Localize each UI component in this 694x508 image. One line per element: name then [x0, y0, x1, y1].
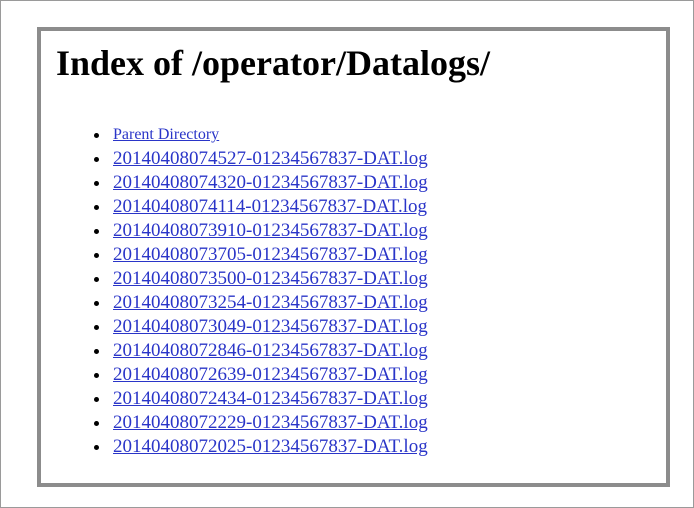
bullet-icon [94, 397, 99, 402]
file-link[interactable]: 20140408073049-01234567837-DAT.log [113, 316, 428, 337]
list-item: 20140408073500-01234567837-DAT.log [94, 267, 428, 291]
file-link[interactable]: 20140408074527-01234567837-DAT.log [113, 148, 428, 169]
list-item: 20140408074114-01234567837-DAT.log [94, 195, 428, 219]
file-list: Parent Directory 20140408074527-01234567… [41, 123, 428, 459]
list-item: 20140408072846-01234567837-DAT.log [94, 339, 428, 363]
list-item: 20140408074320-01234567837-DAT.log [94, 171, 428, 195]
bullet-icon [94, 205, 99, 210]
bullet-icon [94, 325, 99, 330]
file-link[interactable]: 20140408074320-01234567837-DAT.log [113, 172, 428, 193]
file-link[interactable]: 20140408072846-01234567837-DAT.log [113, 340, 428, 361]
list-item: 20140408072434-01234567837-DAT.log [94, 387, 428, 411]
bullet-icon [94, 277, 99, 282]
bullet-icon [94, 229, 99, 234]
list-item: 20140408073910-01234567837-DAT.log [94, 219, 428, 243]
file-link[interactable]: 20140408072025-01234567837-DAT.log [113, 436, 428, 457]
file-link[interactable]: 20140408073705-01234567837-DAT.log [113, 244, 428, 265]
list-item-parent-directory: Parent Directory [94, 123, 428, 147]
bullet-icon [94, 157, 99, 162]
list-item: 20140408073049-01234567837-DAT.log [94, 315, 428, 339]
list-item: 20140408074527-01234567837-DAT.log [94, 147, 428, 171]
list-item: 20140408072229-01234567837-DAT.log [94, 411, 428, 435]
parent-directory-link[interactable]: Parent Directory [113, 126, 219, 143]
bullet-icon [94, 133, 99, 138]
bullet-icon [94, 301, 99, 306]
directory-listing-panel: Index of /operator/Datalogs/ Parent Dire… [37, 27, 670, 487]
list-item: 20140408073254-01234567837-DAT.log [94, 291, 428, 315]
list-item: 20140408072025-01234567837-DAT.log [94, 435, 428, 459]
file-link[interactable]: 20140408072434-01234567837-DAT.log [113, 388, 428, 409]
bullet-icon [94, 373, 99, 378]
page-title: Index of /operator/Datalogs/ [56, 43, 490, 83]
bullet-icon [94, 181, 99, 186]
bullet-icon [94, 445, 99, 450]
bullet-icon [94, 421, 99, 426]
file-link[interactable]: 20140408073910-01234567837-DAT.log [113, 220, 428, 241]
file-link[interactable]: 20140408073500-01234567837-DAT.log [113, 268, 428, 289]
file-link[interactable]: 20140408074114-01234567837-DAT.log [113, 196, 427, 217]
list-item: 20140408073705-01234567837-DAT.log [94, 243, 428, 267]
bullet-icon [94, 349, 99, 354]
file-link[interactable]: 20140408072639-01234567837-DAT.log [113, 364, 428, 385]
bullet-icon [94, 253, 99, 258]
file-link[interactable]: 20140408073254-01234567837-DAT.log [113, 292, 428, 313]
file-link[interactable]: 20140408072229-01234567837-DAT.log [113, 412, 428, 433]
list-item: 20140408072639-01234567837-DAT.log [94, 363, 428, 387]
